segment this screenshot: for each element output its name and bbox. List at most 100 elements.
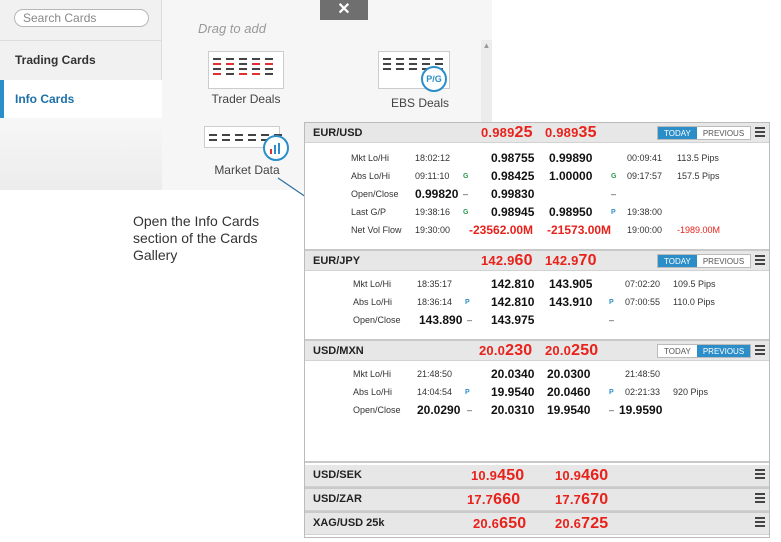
stat-value: 19.9540 — [491, 385, 535, 399]
menu-icon[interactable] — [755, 345, 765, 356]
day-toggle[interactable]: TODAY PREVIOUS — [657, 344, 752, 358]
card-usd-sek: USD/SEK 10.9450 10.9460 — [305, 465, 769, 489]
stat-label: Abs Lo/Hi — [351, 171, 391, 181]
scroll-up-icon[interactable]: ▲ — [481, 40, 492, 52]
toggle-today[interactable]: TODAY — [658, 345, 697, 357]
stat-value: 0.98950 — [549, 205, 593, 219]
paid-tag: P — [609, 389, 614, 396]
sidebar-item-info-cards[interactable]: Info Cards — [0, 80, 162, 118]
ask-price[interactable]: 17.7670 — [555, 491, 608, 509]
stat-value: 143.890 — [419, 313, 463, 327]
dash: – — [467, 315, 473, 325]
pair-label: USD/ZAR — [313, 493, 362, 505]
ask-price[interactable]: 10.9460 — [555, 467, 608, 485]
card-header: USD/SEK 10.9450 10.9460 — [305, 465, 769, 487]
toggle-previous[interactable]: PREVIOUS — [696, 345, 751, 357]
stat-value: 1.00000 — [549, 169, 593, 183]
bid-price[interactable]: 20.6650 — [473, 515, 526, 533]
stat-value: 0.99820 — [415, 187, 459, 201]
trader-deals-label: Trader Deals — [211, 92, 281, 106]
stat-value: -23562.00M — [469, 223, 534, 237]
toggle-today[interactable]: TODAY — [658, 127, 697, 139]
menu-icon[interactable] — [755, 255, 765, 266]
stat-label: Open/Close — [351, 189, 399, 199]
chart-badge-icon — [263, 135, 289, 161]
card-header: EUR/JPY 142.960 142.970 TODAY PREVIOUS — [305, 251, 769, 271]
stat-value: 20.0460 — [547, 385, 591, 399]
gallery-sidebar: Trading Cards Info Cards — [0, 0, 162, 190]
menu-icon[interactable] — [755, 493, 765, 504]
stat-label: Mkt Lo/Hi — [353, 279, 392, 289]
stat-extra: 109.5 Pips — [673, 279, 716, 289]
stat-value: 142.810 — [491, 277, 535, 291]
ask-price[interactable]: 142.970 — [545, 252, 597, 270]
card-header: USD/ZAR 17.7660 17.7670 — [305, 489, 769, 511]
stat-time: 09:17:57 — [627, 171, 663, 181]
stat-label: Open/Close — [353, 405, 401, 415]
gain-tag: G — [463, 209, 469, 216]
bid-price[interactable]: 10.9450 — [471, 467, 524, 485]
stat-label: Mkt Lo/Hi — [351, 153, 390, 163]
gallery-scrollbar[interactable] — [481, 40, 492, 124]
search-input[interactable] — [14, 9, 149, 27]
stat-time: 18:02:12 — [415, 153, 451, 163]
pair-label: XAG/USD 25k — [313, 517, 385, 529]
toggle-previous[interactable]: PREVIOUS — [696, 255, 751, 267]
sidebar-blurred-area — [0, 118, 162, 190]
stat-label: Mkt Lo/Hi — [353, 369, 392, 379]
menu-icon[interactable] — [755, 127, 765, 138]
stat-time: 00:09:41 — [627, 153, 663, 163]
stat-label: Abs Lo/Hi — [353, 297, 393, 307]
ask-price[interactable]: 0.98935 — [545, 124, 597, 142]
trader-deals-thumbnail[interactable] — [208, 51, 284, 89]
stat-time: 09:11:10 — [415, 171, 450, 181]
stat-value: 143.905 — [549, 277, 593, 291]
menu-icon[interactable] — [755, 517, 765, 528]
stat-time: 02:21:33 — [625, 387, 661, 397]
dash: – — [609, 405, 615, 415]
toggle-today[interactable]: TODAY — [658, 255, 697, 267]
paid-tag: P — [465, 299, 470, 306]
ask-price[interactable]: 20.6725 — [555, 515, 608, 533]
day-toggle[interactable]: TODAY PREVIOUS — [657, 126, 752, 140]
stat-time: 19:00:00 — [627, 225, 663, 235]
stat-extra: 110.0 Pips — [673, 297, 715, 307]
toggle-previous[interactable]: PREVIOUS — [696, 127, 751, 139]
bid-price[interactable]: 20.0230 — [479, 342, 532, 360]
card-header: USD/MXN 20.0230 20.0250 TODAY PREVIOUS — [305, 341, 769, 361]
stat-label: Abs Lo/Hi — [353, 387, 393, 397]
bid-price[interactable]: 17.7660 — [467, 491, 520, 509]
gain-tag: G — [463, 173, 469, 180]
close-button[interactable]: ✕ — [320, 0, 368, 20]
stat-label: Net Vol Flow — [351, 225, 402, 235]
bid-price[interactable]: 0.98925 — [481, 124, 533, 142]
dash: – — [463, 189, 469, 199]
menu-icon[interactable] — [755, 469, 765, 480]
card-header: EUR/USD 0.98925 0.98935 TODAY PREVIOUS — [305, 123, 769, 143]
ask-price[interactable]: 20.0250 — [545, 342, 598, 360]
stat-time: 21:48:50 — [625, 369, 661, 379]
paid-tag: P — [465, 389, 470, 396]
stat-label: Open/Close — [353, 315, 401, 325]
stat-value: 20.0340 — [491, 367, 535, 381]
bid-price[interactable]: 142.960 — [481, 252, 533, 270]
paid-tag: P — [611, 209, 616, 216]
stat-time: 19:38:00 — [627, 207, 663, 217]
stat-value: 20.0290 — [417, 403, 461, 417]
stat-time: 18:35:17 — [417, 279, 453, 289]
stat-value: 20.0310 — [491, 403, 535, 417]
card-xag-usd: XAG/USD 25k 20.6650 20.6725 — [305, 513, 769, 537]
stat-label: Last G/P — [351, 207, 387, 217]
day-toggle[interactable]: TODAY PREVIOUS — [657, 254, 752, 268]
sidebar-item-trading-cards[interactable]: Trading Cards — [0, 40, 162, 78]
stat-value: 143.975 — [491, 313, 535, 327]
paid-tag: P — [609, 299, 614, 306]
card-eur-usd: EUR/USD 0.98925 0.98935 TODAY PREVIOUS M… — [305, 123, 769, 251]
stat-value: 0.98945 — [491, 205, 535, 219]
stat-value: 20.0300 — [547, 367, 591, 381]
stat-value: -21573.00M — [547, 223, 612, 237]
stat-time: 07:02:20 — [625, 279, 661, 289]
callout-text: Open the Info Cards section of the Cards… — [133, 213, 260, 263]
market-data-cards: EUR/USD 0.98925 0.98935 TODAY PREVIOUS M… — [304, 122, 770, 538]
dash: – — [611, 189, 617, 199]
